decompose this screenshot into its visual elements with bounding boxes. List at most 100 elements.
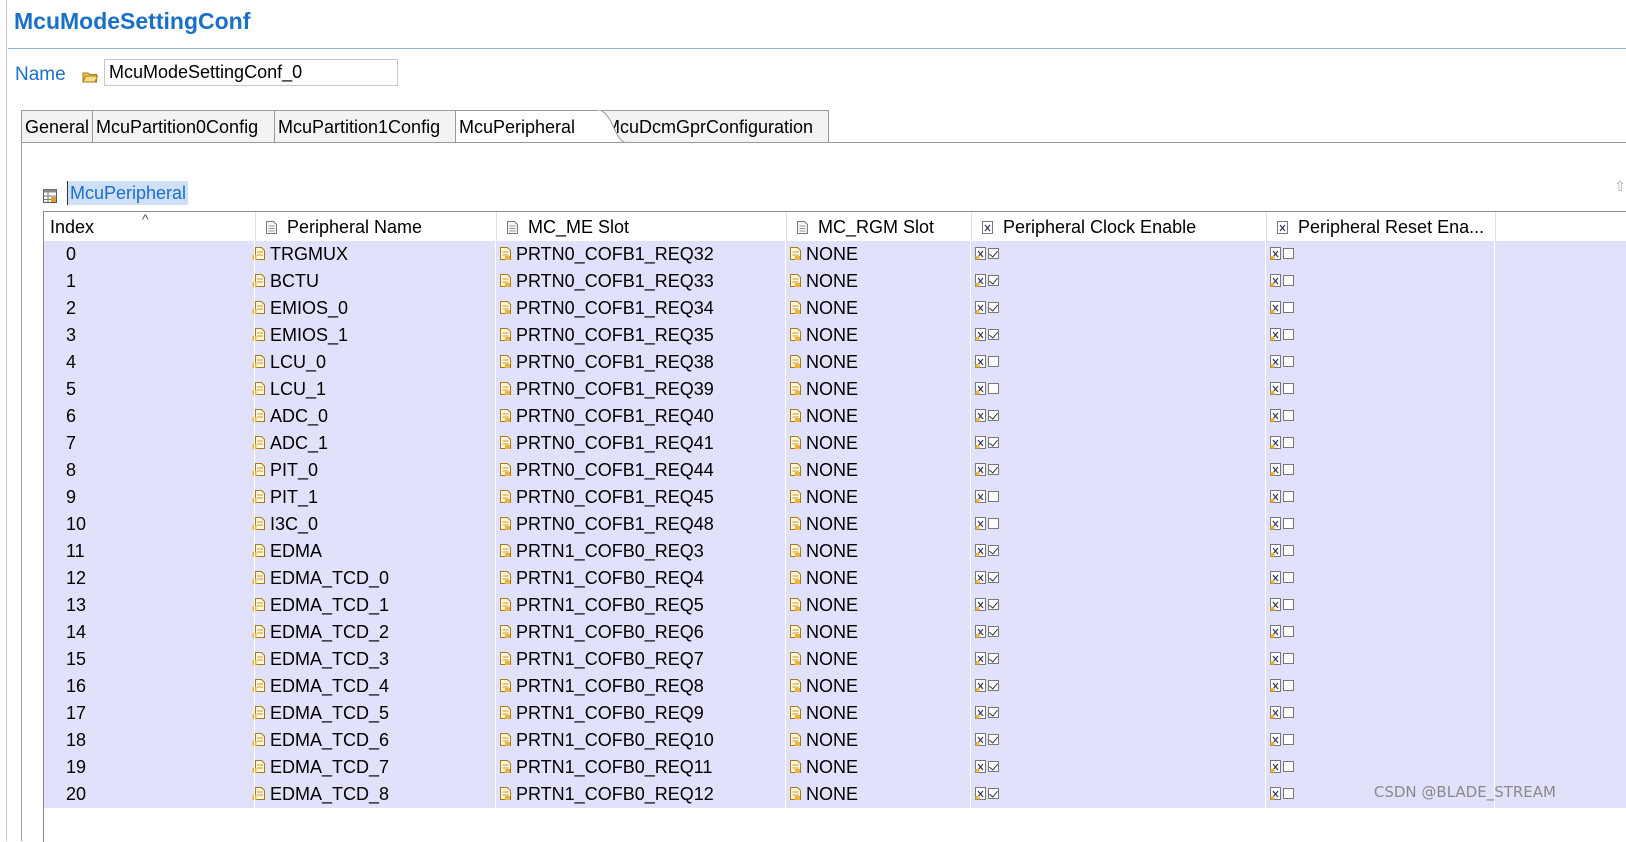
clock-enable-cell[interactable] [975,457,999,484]
reset-enable-cell[interactable] [1270,241,1294,268]
table-row[interactable]: 3 EMIOS_1 PRTN0_COFB1_REQ35 NONE [44,322,1626,349]
tab-mcudcmgprconfiguration[interactable]: McuDcmGprConfiguration [601,110,829,142]
clock-enable-cell[interactable] [975,781,999,808]
mc-rgm-slot-cell[interactable]: NONE [790,754,858,781]
clock-enable-checkbox[interactable] [988,572,999,584]
table-row[interactable]: 8 PIT_0 PRTN0_COFB1_REQ44 NONE [44,457,1626,484]
clock-enable-cell[interactable] [975,538,999,565]
reset-enable-checkbox[interactable] [1283,383,1294,395]
peripheral-name-cell[interactable]: LCU_1 [252,376,326,403]
reset-enable-cell[interactable] [1270,430,1294,457]
clock-enable-checkbox[interactable] [988,545,999,557]
mc-me-slot-cell[interactable]: PRTN1_COFB0_REQ4 [500,565,704,592]
peripheral-name-cell[interactable]: PIT_1 [252,484,318,511]
clock-enable-checkbox[interactable] [988,356,999,368]
mc-me-slot-cell[interactable]: PRTN0_COFB1_REQ44 [500,457,714,484]
mc-rgm-slot-cell[interactable]: NONE [790,241,858,268]
column-header-reset-enable[interactable]: Peripheral Reset Ena... [1267,212,1496,241]
reset-enable-checkbox[interactable] [1283,329,1294,341]
table-row[interactable]: 16 EDMA_TCD_4 PRTN1_COFB0_REQ8 NONE [44,673,1626,700]
reset-enable-checkbox[interactable] [1283,599,1294,611]
reset-enable-checkbox[interactable] [1283,572,1294,584]
clock-enable-checkbox[interactable] [988,329,999,341]
reset-enable-checkbox[interactable] [1283,707,1294,719]
peripheral-name-cell[interactable]: EDMA_TCD_5 [252,700,389,727]
table-row[interactable]: 17 EDMA_TCD_5 PRTN1_COFB0_REQ9 NONE [44,700,1626,727]
mc-rgm-slot-cell[interactable]: NONE [790,322,858,349]
table-row[interactable]: 10 I3C_0 PRTN0_COFB1_REQ48 NONE [44,511,1626,538]
clock-enable-checkbox[interactable] [988,491,999,503]
reset-enable-cell[interactable] [1270,619,1294,646]
mc-rgm-slot-cell[interactable]: NONE [790,349,858,376]
mc-me-slot-cell[interactable]: PRTN0_COFB1_REQ48 [500,511,714,538]
mc-me-slot-cell[interactable]: PRTN0_COFB1_REQ39 [500,376,714,403]
clock-enable-cell[interactable] [975,754,999,781]
table-row[interactable]: 15 EDMA_TCD_3 PRTN1_COFB0_REQ7 NONE [44,646,1626,673]
clock-enable-cell[interactable] [975,727,999,754]
clock-enable-checkbox[interactable] [988,302,999,314]
reset-enable-cell[interactable] [1270,727,1294,754]
clock-enable-checkbox[interactable] [988,761,999,773]
reset-enable-checkbox[interactable] [1283,734,1294,746]
tab-mcupartition0config[interactable]: McuPartition0Config [92,110,275,142]
mc-rgm-slot-cell[interactable]: NONE [790,673,858,700]
reset-enable-cell[interactable] [1270,673,1294,700]
reset-enable-checkbox[interactable] [1283,788,1294,800]
reset-enable-cell[interactable] [1270,457,1294,484]
mc-rgm-slot-cell[interactable]: NONE [790,295,858,322]
mc-me-slot-cell[interactable]: PRTN1_COFB0_REQ10 [500,727,714,754]
column-header-mc-rgm-slot[interactable]: MC_RGM Slot [787,212,972,241]
clock-enable-cell[interactable] [975,322,999,349]
reset-enable-checkbox[interactable] [1283,248,1294,260]
mc-me-slot-cell[interactable]: PRTN1_COFB0_REQ11 [500,754,712,781]
clock-enable-checkbox[interactable] [988,599,999,611]
table-row[interactable]: 7 ADC_1 PRTN0_COFB1_REQ41 NONE [44,430,1626,457]
reset-enable-cell[interactable] [1270,592,1294,619]
reset-enable-checkbox[interactable] [1283,626,1294,638]
table-row[interactable]: 0 TRGMUX PRTN0_COFB1_REQ32 NONE [44,241,1626,268]
peripheral-name-cell[interactable]: EDMA [252,538,322,565]
clock-enable-cell[interactable] [975,268,999,295]
column-header-mc-me-slot[interactable]: MC_ME Slot [497,212,787,241]
mc-me-slot-cell[interactable]: PRTN1_COFB0_REQ8 [500,673,704,700]
table-row[interactable]: 4 LCU_0 PRTN0_COFB1_REQ38 NONE [44,349,1626,376]
mc-rgm-slot-cell[interactable]: NONE [790,781,858,808]
clock-enable-checkbox[interactable] [988,464,999,476]
tab-mcuperipheral[interactable]: McuPeripheral [455,110,602,143]
peripheral-name-cell[interactable]: LCU_0 [252,349,326,376]
reset-enable-checkbox[interactable] [1283,356,1294,368]
clock-enable-cell[interactable] [975,376,999,403]
mc-rgm-slot-cell[interactable]: NONE [790,484,858,511]
mc-rgm-slot-cell[interactable]: NONE [790,592,858,619]
clock-enable-checkbox[interactable] [988,437,999,449]
mc-rgm-slot-cell[interactable]: NONE [790,376,858,403]
clock-enable-checkbox[interactable] [988,275,999,287]
clock-enable-checkbox[interactable] [988,626,999,638]
reset-enable-checkbox[interactable] [1283,437,1294,449]
clock-enable-cell[interactable] [975,295,999,322]
clock-enable-cell[interactable] [975,349,999,376]
mc-rgm-slot-cell[interactable]: NONE [790,727,858,754]
mc-me-slot-cell[interactable]: PRTN0_COFB1_REQ35 [500,322,714,349]
table-row[interactable]: 2 EMIOS_0 PRTN0_COFB1_REQ34 NONE [44,295,1626,322]
peripheral-name-cell[interactable]: EDMA_TCD_8 [252,781,389,808]
reset-enable-checkbox[interactable] [1283,275,1294,287]
mc-me-slot-cell[interactable]: PRTN1_COFB0_REQ5 [500,592,704,619]
peripheral-name-cell[interactable]: ADC_1 [252,430,328,457]
column-header-clock-enable[interactable]: Peripheral Clock Enable [972,212,1267,241]
reset-enable-cell[interactable] [1270,322,1294,349]
table-row[interactable]: 1 BCTU PRTN0_COFB1_REQ33 NONE [44,268,1626,295]
table-row[interactable]: 19 EDMA_TCD_7 PRTN1_COFB0_REQ11 NONE [44,754,1626,781]
mc-rgm-slot-cell[interactable]: NONE [790,268,858,295]
table-row[interactable]: 5 LCU_1 PRTN0_COFB1_REQ39 NONE [44,376,1626,403]
reset-enable-cell[interactable] [1270,781,1294,808]
clock-enable-checkbox[interactable] [988,653,999,665]
clock-enable-cell[interactable] [975,592,999,619]
mc-rgm-slot-cell[interactable]: NONE [790,538,858,565]
peripheral-name-cell[interactable]: EMIOS_0 [252,295,348,322]
peripheral-name-cell[interactable]: EDMA_TCD_6 [252,727,389,754]
peripheral-name-cell[interactable]: TRGMUX [252,241,348,268]
table-row[interactable]: 9 PIT_1 PRTN0_COFB1_REQ45 NONE [44,484,1626,511]
reset-enable-checkbox[interactable] [1283,410,1294,422]
sort-ascending-icon[interactable]: ^ [142,212,149,234]
